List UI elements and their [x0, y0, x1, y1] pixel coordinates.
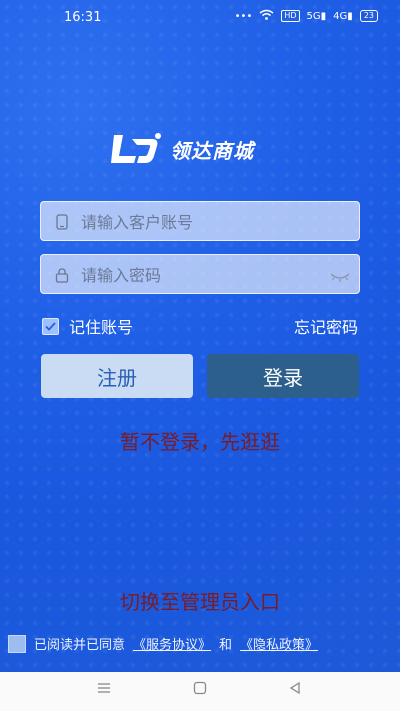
- password-field[interactable]: [40, 254, 360, 295]
- status-time: 16:31: [64, 10, 102, 25]
- logo-text: 领达商城: [170, 138, 254, 163]
- account-input[interactable]: [79, 202, 343, 242]
- agreement-row: 已阅读并已同意 《服务协议》 和 《隐私政策》: [8, 634, 318, 653]
- menu-icon[interactable]: [96, 680, 112, 699]
- register-button[interactable]: 注册: [41, 354, 193, 398]
- logo-mark-icon: [110, 132, 162, 166]
- agreement-and: 和: [219, 638, 233, 653]
- home-icon[interactable]: [193, 680, 207, 699]
- lock-icon: [55, 267, 69, 283]
- back-icon[interactable]: [288, 680, 302, 699]
- status-icons: ••• HD 5G▮ 4G▮ 23: [235, 9, 378, 23]
- agreement-checkbox[interactable]: [8, 634, 26, 653]
- wifi-icon: [259, 9, 274, 23]
- login-button[interactable]: 登录: [207, 354, 359, 398]
- guest-browse-link[interactable]: 暂不登录，先逛逛: [0, 426, 400, 455]
- system-nav-bar: [0, 672, 400, 711]
- password-input[interactable]: [79, 255, 343, 295]
- status-bar: 16:31 ••• HD 5G▮ 4G▮ 23: [0, 0, 400, 34]
- service-agreement-link[interactable]: 《服务协议》: [133, 634, 211, 653]
- signal-5g-icon: 5G▮: [306, 10, 327, 22]
- admin-entry-link[interactable]: 切换至管理员入口: [0, 586, 400, 615]
- notification-dots-icon: •••: [234, 10, 253, 22]
- forgot-password-link[interactable]: 忘记密码: [294, 314, 358, 338]
- remember-label: 记住账号: [69, 318, 134, 337]
- privacy-policy-link[interactable]: 《隐私政策》: [240, 634, 318, 653]
- hd-icon: HD: [281, 10, 300, 22]
- signal-4g-icon: 4G▮: [333, 10, 353, 22]
- remember-checkbox[interactable]: [42, 317, 59, 335]
- phone-icon: [55, 214, 69, 230]
- app-logo: 领达商城: [110, 132, 254, 166]
- account-field[interactable]: [40, 201, 360, 242]
- remember-account[interactable]: 记住账号: [42, 314, 133, 338]
- eye-closed-icon[interactable]: [329, 268, 351, 287]
- agreement-prefix: 已阅读并已同意: [34, 638, 126, 653]
- battery-icon: 23: [359, 10, 378, 22]
- check-icon: [45, 321, 56, 331]
